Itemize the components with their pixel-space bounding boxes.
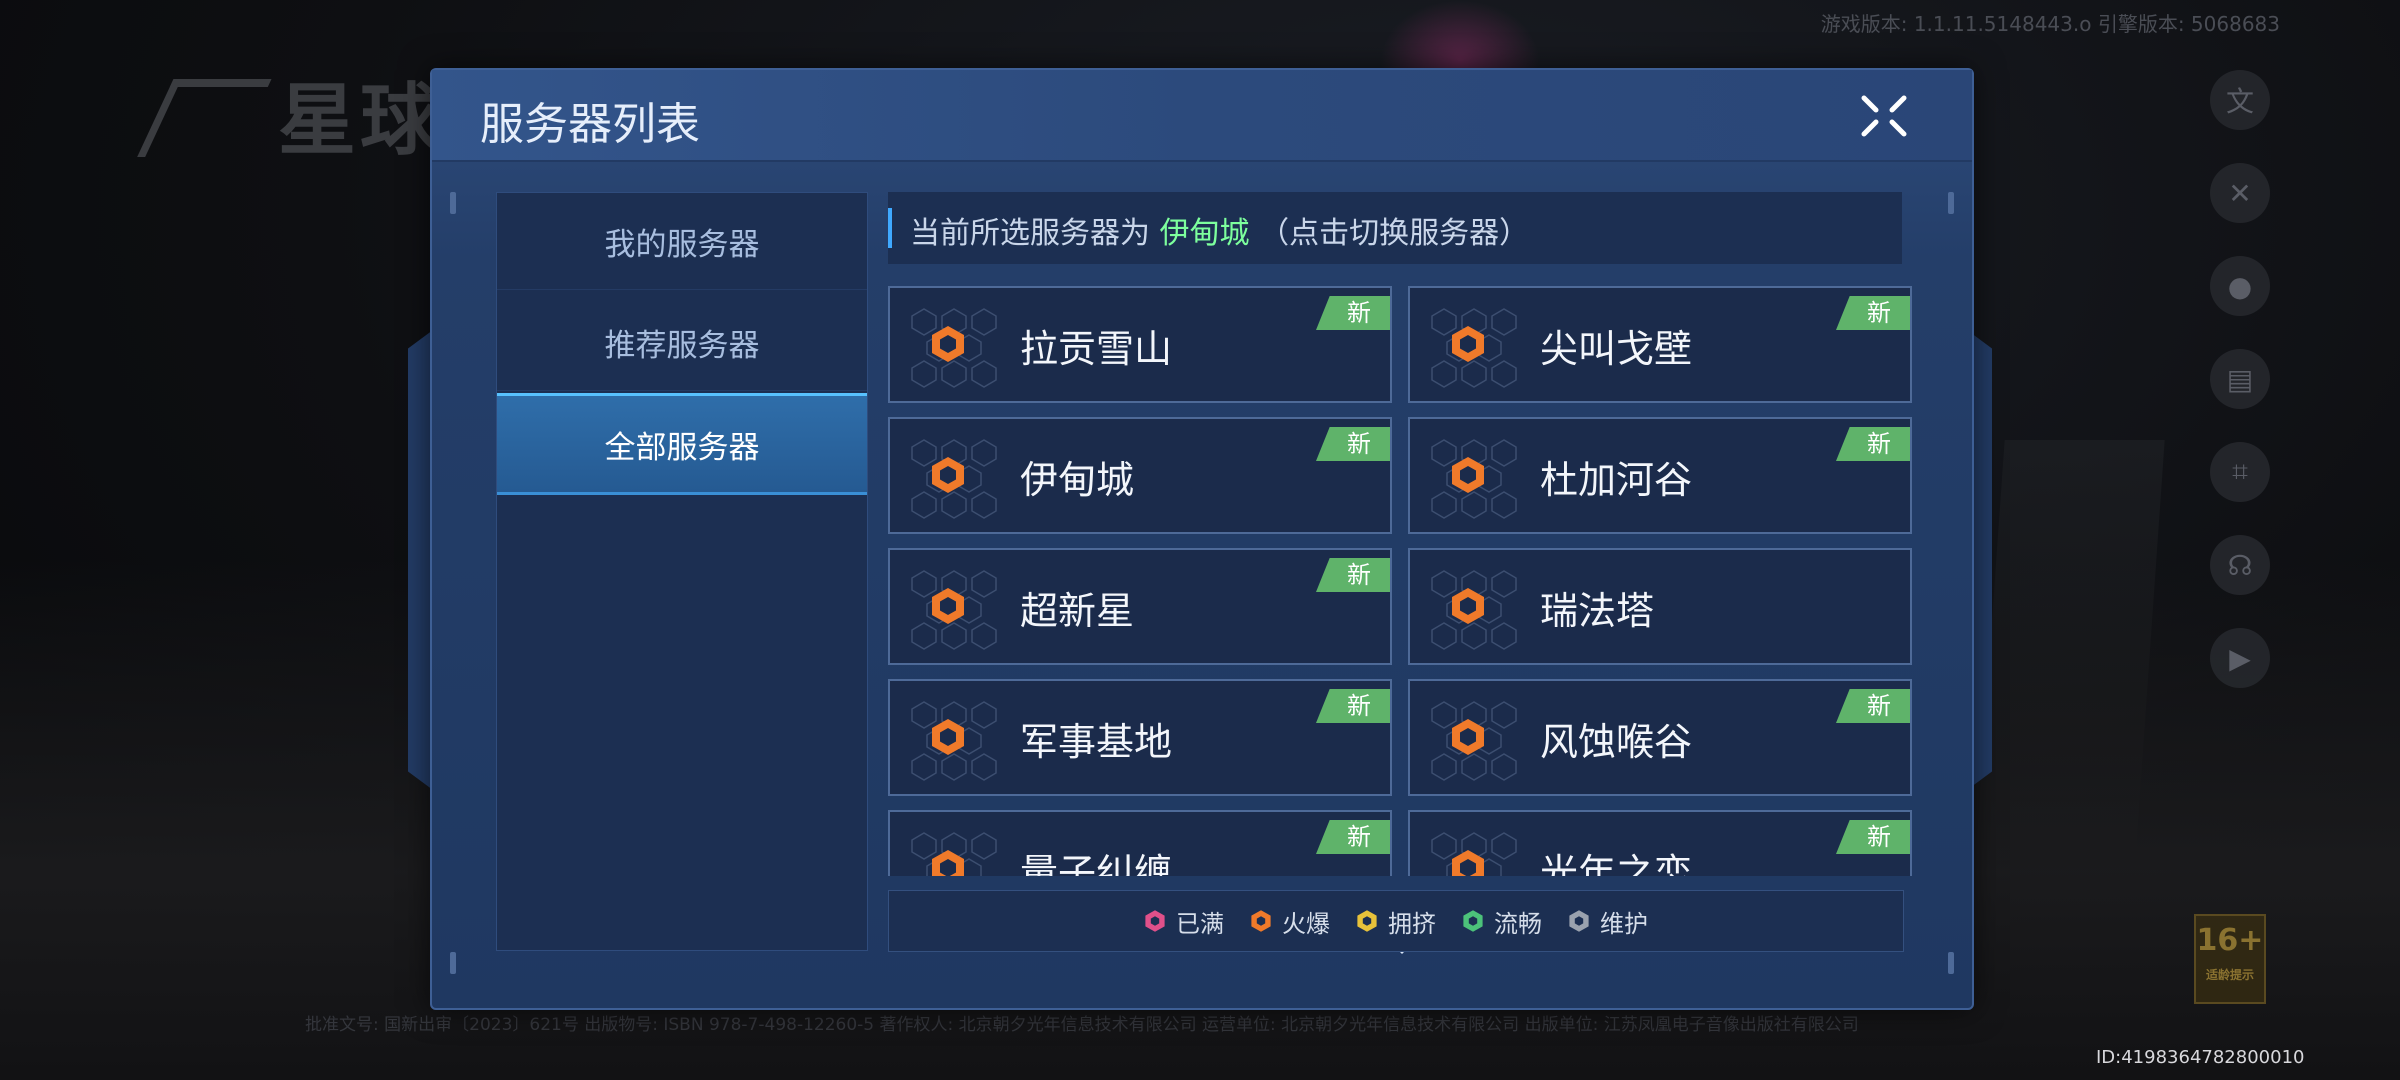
server-status-icon xyxy=(1452,588,1484,624)
status-hex-icon xyxy=(1569,910,1589,932)
server-status-icon xyxy=(1452,457,1484,493)
server-list-dialog: 服务器列表 我的服务器 推荐服务器 全部服务器 当前所选服务器为 伊甸城 （点击… xyxy=(430,68,1974,1010)
logo-mark-icon xyxy=(137,79,272,157)
dialog-title: 服务器列表 xyxy=(480,99,700,150)
notice-icon[interactable]: ▤ xyxy=(2210,349,2270,409)
server-card[interactable]: 光年之恋 新 xyxy=(1408,810,1912,876)
dialog-header: 服务器列表 xyxy=(432,70,1972,162)
server-card[interactable]: 尖叫戈壁 新 xyxy=(1408,286,1912,403)
new-badge: 新 xyxy=(1316,558,1390,592)
age-rating-badge: 16+ 适龄提示 xyxy=(2194,914,2266,1004)
server-card[interactable]: 军事基地 新 xyxy=(888,679,1392,796)
server-status-icon xyxy=(932,457,964,493)
server-card[interactable]: 超新星 新 xyxy=(888,548,1392,665)
status-legend: 已满 火爆 拥挤 流畅 维护 xyxy=(888,890,1904,952)
age-caption: 适龄提示 xyxy=(2205,968,2254,982)
logo-text: 星球 xyxy=(278,76,443,166)
server-name: 杜加河谷 xyxy=(1540,458,1693,502)
status-hex-icon xyxy=(1251,910,1271,932)
server-grid: 拉贡雪山新尖叫戈壁新伊甸城新杜加河谷新超新星新瑞法塔 军事基地新风蚀喉谷新量子纠缠… xyxy=(888,286,1912,876)
age-rating-text: 16+ xyxy=(2196,923,2264,958)
server-card[interactable]: 风蚀喉谷 新 xyxy=(1408,679,1912,796)
server-name: 超新星 xyxy=(1020,589,1135,633)
current-server-bar[interactable]: 当前所选服务器为 伊甸城 （点击切换服务器） xyxy=(888,192,1902,264)
server-name: 量子纠缠 xyxy=(1020,851,1173,876)
new-badge: 新 xyxy=(1836,820,1910,854)
server-category-sidebar: 我的服务器 推荐服务器 全部服务器 xyxy=(496,192,868,951)
frame-mark xyxy=(450,192,456,214)
current-server-hint: （点击切换服务器） xyxy=(1249,216,1530,251)
server-name: 伊甸城 xyxy=(1020,458,1135,502)
server-status-icon xyxy=(932,719,964,755)
version-text: 游戏版本: 1.1.11.5148443.o 引擎版本: 5068683 xyxy=(1820,12,2280,36)
legend-label: 流畅 xyxy=(1494,909,1542,938)
game-logo: 星球 xyxy=(137,58,443,170)
video-icon[interactable]: ▶ xyxy=(2210,628,2270,688)
server-name: 风蚀喉谷 xyxy=(1540,720,1693,764)
server-status-icon xyxy=(932,588,964,624)
server-name: 军事基地 xyxy=(1020,720,1173,764)
server-status-icon xyxy=(932,850,964,876)
status-hex-icon xyxy=(1357,910,1377,932)
server-status-icon xyxy=(1452,326,1484,362)
status-hex-icon xyxy=(1463,910,1483,932)
new-badge: 新 xyxy=(1316,820,1390,854)
server-status-icon xyxy=(1452,850,1484,876)
legend-item: 维护 xyxy=(1568,904,1648,939)
legend-label: 拥挤 xyxy=(1388,909,1436,938)
new-badge: 新 xyxy=(1316,296,1390,330)
frame-mark xyxy=(450,952,456,974)
side-toolbar: 文 ✕ ● ▤ ⌗ ☊ ▶ xyxy=(2210,70,2270,721)
support-icon[interactable]: ☊ xyxy=(2210,535,2270,595)
frame-mark xyxy=(1948,192,1954,214)
new-badge: 新 xyxy=(1836,427,1910,461)
tools-icon[interactable]: ✕ xyxy=(2210,163,2270,223)
server-card[interactable]: 量子纠缠 新 xyxy=(888,810,1392,876)
legend-label: 火爆 xyxy=(1282,909,1330,938)
close-icon xyxy=(1861,95,1907,137)
current-server-text: 当前所选服务器为 伊甸城 （点击切换服务器） xyxy=(910,208,1529,252)
status-hex-icon xyxy=(1145,910,1165,932)
legend-label: 已满 xyxy=(1176,909,1224,938)
server-card[interactable]: 伊甸城 新 xyxy=(888,417,1392,534)
server-card[interactable]: 拉贡雪山 新 xyxy=(888,286,1392,403)
user-id: ID:4198364782800010 xyxy=(2096,1047,2305,1068)
new-badge: 新 xyxy=(1316,427,1390,461)
server-name: 拉贡雪山 xyxy=(1020,327,1173,371)
server-status-icon xyxy=(1452,719,1484,755)
server-card[interactable]: 瑞法塔 xyxy=(1408,548,1912,665)
current-server-name: 伊甸城 xyxy=(1159,216,1250,251)
new-badge: 新 xyxy=(1836,689,1910,723)
translate-icon[interactable]: 文 xyxy=(2210,70,2270,130)
tab-recommended-servers[interactable]: 推荐服务器 xyxy=(497,294,867,391)
server-name: 尖叫戈壁 xyxy=(1540,327,1693,371)
tab-all-servers[interactable]: 全部服务器 xyxy=(497,393,867,495)
legend-label: 维护 xyxy=(1600,909,1648,938)
close-button[interactable] xyxy=(1856,92,1912,140)
legend-item: 拥挤 xyxy=(1356,904,1436,939)
scan-icon[interactable]: ⌗ xyxy=(2210,442,2270,502)
legend-item: 已满 xyxy=(1144,904,1224,939)
server-status-icon xyxy=(932,326,964,362)
legend-item: 流畅 xyxy=(1462,904,1542,939)
frame-mark xyxy=(1948,952,1954,974)
legend-item: 火爆 xyxy=(1250,904,1330,939)
server-name: 瑞法塔 xyxy=(1540,589,1655,633)
accent-bar xyxy=(888,208,892,248)
new-badge: 新 xyxy=(1316,689,1390,723)
tab-my-servers[interactable]: 我的服务器 xyxy=(497,193,867,290)
profile-icon[interactable]: ● xyxy=(2210,256,2270,316)
current-server-prefix: 当前所选服务器为 xyxy=(910,216,1160,251)
server-name: 光年之恋 xyxy=(1540,851,1693,876)
legal-text: 批准文号: 国新出审〔2023〕621号 出版物号: ISBN 978-7-49… xyxy=(305,1015,1859,1035)
new-badge: 新 xyxy=(1836,296,1910,330)
server-card[interactable]: 杜加河谷 新 xyxy=(1408,417,1912,534)
